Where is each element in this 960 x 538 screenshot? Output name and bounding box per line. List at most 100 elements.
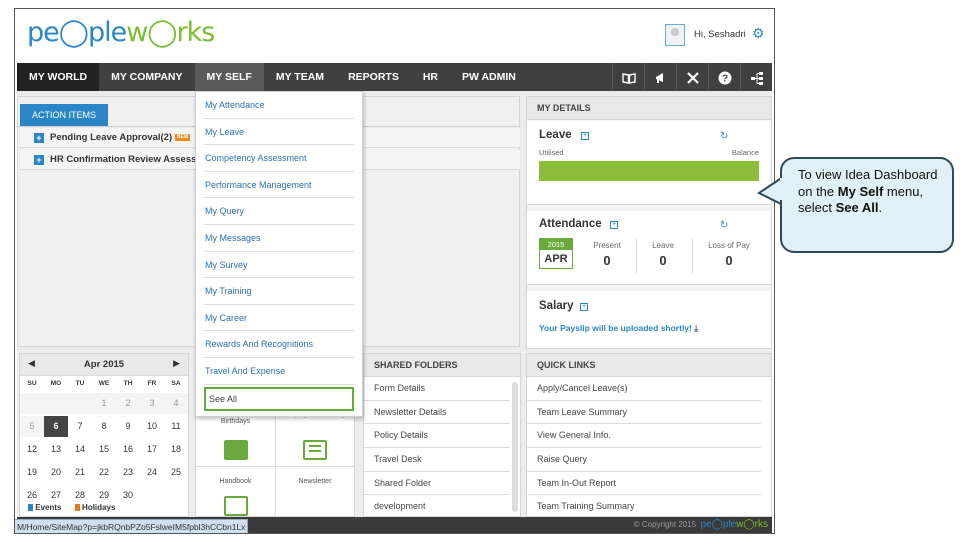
calendar-day[interactable]: 13 [44, 439, 68, 460]
sitemap-icon[interactable] [740, 63, 772, 91]
dashboard-content: ACTION ITEMS + Pending Leave Approval(2)… [17, 91, 772, 520]
leave-title: Leave [539, 129, 572, 141]
tab-action-items[interactable]: ACTION ITEMS [20, 104, 108, 126]
gallery-icon[interactable] [224, 496, 248, 516]
calendar-day[interactable]: 6 [44, 416, 68, 437]
handbook-widget[interactable]: Handbook [196, 478, 275, 485]
avatar[interactable] [665, 24, 685, 46]
quick-link-item[interactable]: Raise Query [527, 448, 761, 472]
calendar-day[interactable]: 15 [92, 439, 116, 460]
megaphone-icon[interactable] [644, 63, 676, 91]
newsletter-icon[interactable] [303, 440, 327, 460]
panel-title: MY DETAILS [527, 97, 771, 120]
nav-hr[interactable]: HR [411, 63, 450, 91]
calendar-grid: SU MO TU WE TH FR SA 1 2 3 4 5 6 7 8 9 10 11 12 13 14 15 16 17 1… [20, 376, 188, 506]
gear-icon[interactable]: ⚙ [752, 25, 765, 42]
help-icon[interactable]: ? [708, 63, 740, 91]
calendar-day [140, 485, 164, 506]
calendar-day[interactable]: 16 [116, 439, 140, 460]
quick-link-item[interactable]: Team Leave Summary [527, 401, 761, 425]
calendar-day[interactable]: 20 [44, 462, 68, 483]
calendar-day [164, 485, 188, 506]
calendar-day[interactable]: 8 [92, 416, 116, 437]
instruction-callout: To view Idea Dashboard on the My Self me… [780, 157, 954, 253]
quick-link-item[interactable]: Team Training Summary [527, 495, 761, 520]
tools-icon[interactable] [676, 63, 708, 91]
calendar-day[interactable]: 11 [164, 416, 188, 437]
calendar-day[interactable]: 10 [140, 416, 164, 437]
my-details-panel: MY DETAILS Leave + ↻ Utilised Balance At… [526, 96, 772, 349]
shared-folder-item[interactable]: Policy Details [364, 424, 510, 449]
calendar-day[interactable]: 22 [92, 462, 116, 483]
book-icon[interactable] [612, 63, 644, 91]
nav-my-team[interactable]: MY TEAM [264, 63, 336, 91]
download-icon[interactable]: ⤓ [694, 323, 698, 333]
nav-icon-group: ? [612, 63, 772, 91]
menu-item-my-career[interactable]: My Career [204, 305, 354, 332]
nav-my-company[interactable]: MY COMPANY [99, 63, 194, 91]
calendar-day[interactable]: 23 [116, 462, 140, 483]
calendar-day[interactable]: 1 [92, 393, 116, 414]
calendar-day[interactable]: 5 [20, 416, 44, 437]
menu-item-my-survey[interactable]: My Survey [204, 252, 354, 279]
calendar-day [44, 393, 68, 414]
calendar-day[interactable]: 24 [140, 462, 164, 483]
nav-pw-admin[interactable]: PW ADMIN [450, 63, 528, 91]
shared-folder-list: Form Details Newsletter Details Policy Det… [364, 377, 520, 520]
handbook-icon[interactable] [224, 440, 248, 460]
expand-icon[interactable]: + [581, 132, 589, 140]
weekday-header: SU [27, 380, 37, 387]
calendar-day[interactable]: 19 [20, 462, 44, 483]
birthdays-widget[interactable]: Birthdays [196, 418, 275, 425]
leave-bar-track [539, 161, 759, 181]
holidays-swatch [74, 504, 80, 512]
expand-icon[interactable]: + [34, 155, 44, 165]
calendar-day[interactable]: 25 [164, 462, 188, 483]
calendar-day[interactable]: 30 [116, 485, 140, 506]
scrollbar[interactable] [512, 382, 518, 512]
shared-folder-item[interactable]: development [364, 495, 510, 520]
calendar-day[interactable]: 9 [116, 416, 140, 437]
attendance-title: Attendance [539, 218, 602, 230]
calendar-day[interactable]: 2 [116, 393, 140, 414]
calendar-day[interactable]: 3 [140, 393, 164, 414]
menu-item-my-query[interactable]: My Query [204, 198, 354, 225]
menu-item-see-all[interactable]: See All [204, 386, 354, 411]
expand-icon[interactable]: + [580, 303, 588, 311]
quick-links-panel: QUICK LINKS Apply/Cancel Leave(s) Team Le… [526, 353, 772, 520]
shared-folder-item[interactable]: Shared Folder [364, 472, 510, 496]
newsletter-widget[interactable]: Newsletter [276, 478, 354, 485]
menu-item-my-messages[interactable]: My Messages [204, 225, 354, 252]
menu-item-my-training[interactable]: My Training [204, 278, 354, 305]
nav-reports[interactable]: REPORTS [336, 63, 411, 91]
shared-folder-item[interactable]: Form Details [364, 377, 510, 401]
shared-folder-item[interactable]: Newsletter Details [364, 401, 510, 425]
peopleworks-logo[interactable]: pe◯plew◯rks [27, 17, 215, 48]
calendar-day[interactable]: 18 [164, 439, 188, 460]
menu-item-my-attendance[interactable]: My Attendance [204, 92, 354, 119]
refresh-icon[interactable]: ↻ [720, 220, 728, 231]
calendar-day[interactable]: 7 [68, 416, 92, 437]
calendar-day[interactable]: 21 [68, 462, 92, 483]
expand-icon[interactable]: + [610, 221, 618, 229]
calendar-day[interactable]: 17 [140, 439, 164, 460]
refresh-icon[interactable]: ↻ [720, 131, 728, 142]
quick-link-item[interactable]: View General Info. [527, 424, 761, 449]
menu-item-competency-assessment[interactable]: Competency Assessment [204, 145, 354, 172]
nav-my-self[interactable]: MY SELF [194, 63, 264, 91]
calendar-day[interactable]: 4 [164, 393, 188, 414]
expand-icon[interactable]: + [34, 133, 44, 143]
nav-my-world[interactable]: MY WORLD [17, 63, 100, 91]
panel-title: SHARED FOLDERS [364, 354, 520, 377]
next-month-icon[interactable]: ▶ [173, 358, 180, 369]
menu-item-travel-and-expense[interactable]: Travel And Expense [204, 358, 354, 385]
shared-folder-item[interactable]: Travel Desk [364, 448, 510, 472]
calendar-day[interactable]: 12 [20, 439, 44, 460]
menu-item-my-leave[interactable]: My Leave [204, 119, 354, 146]
calendar-day[interactable]: 14 [68, 439, 92, 460]
menu-item-rewards-and-recognitions[interactable]: Rewards And Recognitions [204, 331, 354, 358]
shared-folders-panel: SHARED FOLDERS Form Details Newsletter De… [363, 353, 521, 520]
menu-item-performance-management[interactable]: Performance Management [204, 172, 354, 199]
quick-link-item[interactable]: Apply/Cancel Leave(s) [527, 377, 761, 401]
quick-link-item[interactable]: Team In-Out Report [527, 472, 761, 496]
